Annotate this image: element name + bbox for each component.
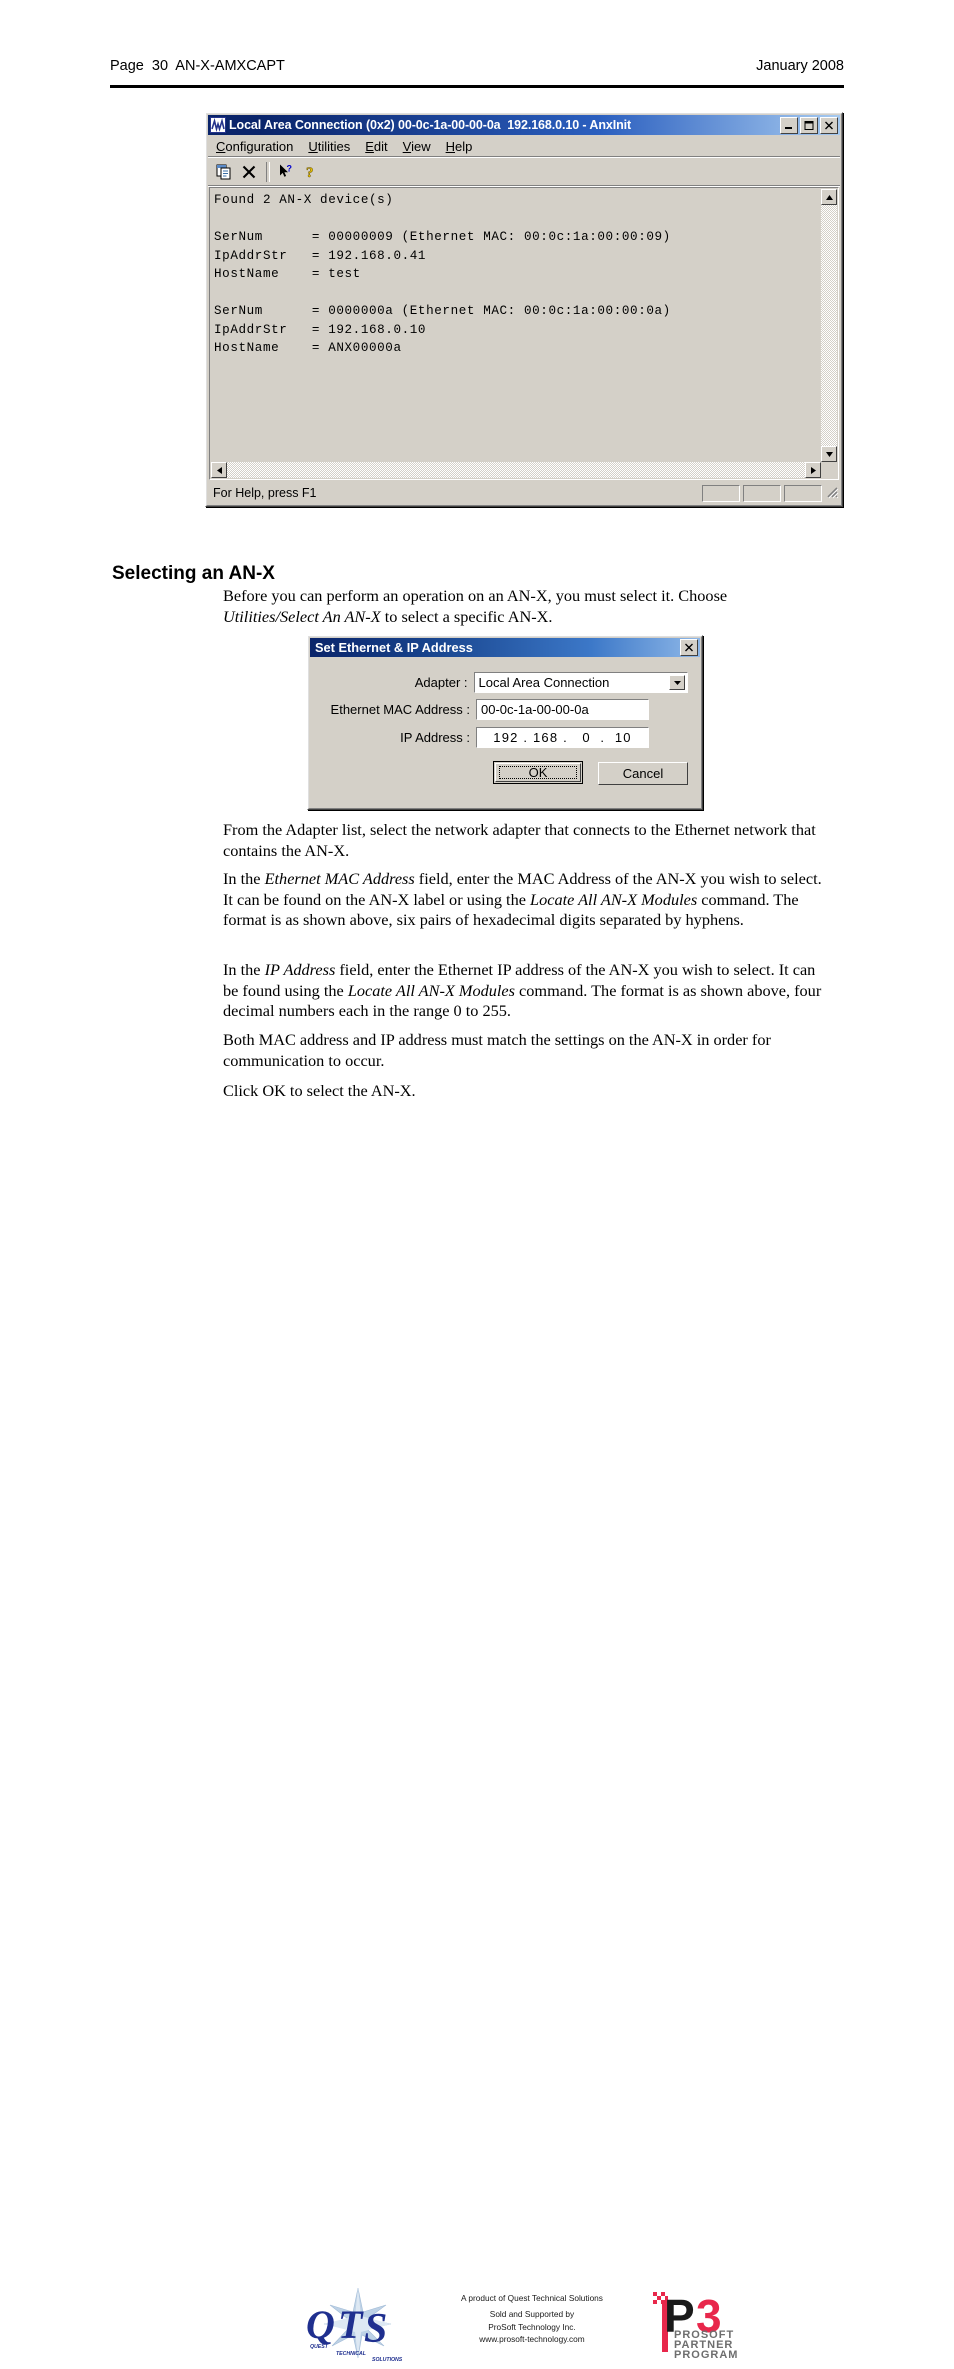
window-statusbar: For Help, press F1 bbox=[209, 483, 839, 503]
intro-italic-command: Utilities/Select An AN-X bbox=[223, 606, 381, 626]
window-title: Local Area Connection (0x2) 00-0c-1a-00-… bbox=[229, 118, 632, 132]
anxinit-app-icon bbox=[210, 117, 226, 133]
page-header-left: Page 30 AN-X-AMXCAPT bbox=[110, 58, 285, 74]
scroll-up-button[interactable] bbox=[821, 189, 837, 205]
footer-line-1: A product of Quest Technical Solutions bbox=[461, 2293, 603, 2303]
cancel-button-label: Cancel bbox=[622, 766, 664, 781]
scroll-left-button[interactable] bbox=[211, 462, 227, 478]
footer-center-text: A product of Quest Technical Solutions S… bbox=[436, 2292, 628, 2346]
window-toolbar: ? ? bbox=[209, 159, 839, 185]
dialog-close-button[interactable] bbox=[680, 639, 698, 656]
maximize-button[interactable] bbox=[800, 116, 818, 134]
click-ok-text: Click OK to select the AN-X. bbox=[223, 1081, 416, 1100]
scroll-down-button[interactable] bbox=[821, 446, 837, 462]
copy-button[interactable] bbox=[212, 161, 236, 184]
context-help-button[interactable]: ? bbox=[274, 161, 298, 184]
footer-line-4: www.prosoft-technology.com bbox=[479, 2334, 585, 2345]
console-output: Found 2 AN-X device(s) SerNum = 00000009… bbox=[214, 193, 671, 355]
paragraph-mac: In the Ethernet MAC Address field, enter… bbox=[223, 869, 823, 931]
mac-address-value: 00-0c-1a-00-00-0a bbox=[481, 702, 589, 717]
anxinit-window: Local Area Connection (0x2) 00-0c-1a-00-… bbox=[205, 112, 843, 507]
adapter-row: Adapter : Local Area Connection bbox=[322, 672, 688, 693]
status-pane-1 bbox=[702, 484, 740, 502]
help-button[interactable]: ? bbox=[299, 161, 323, 184]
adapter-label: Adapter : bbox=[414, 675, 468, 690]
paragraph-adapter: From the Adapter list, select the networ… bbox=[223, 820, 823, 861]
caption-buttons bbox=[780, 116, 838, 134]
section-heading: Selecting an AN-X bbox=[112, 562, 275, 584]
adapter-select[interactable]: Local Area Connection bbox=[473, 672, 688, 693]
page-header-right: January 2008 bbox=[756, 58, 844, 74]
ok-button-focus-ring: OK bbox=[499, 765, 577, 780]
window-titlebar[interactable]: Local Area Connection (0x2) 00-0c-1a-00-… bbox=[208, 115, 840, 135]
scrollbar-corner bbox=[821, 462, 837, 478]
menu-item-help[interactable]: Help bbox=[439, 138, 481, 155]
intro-text-a: Before you can perform an operation on a… bbox=[223, 586, 728, 605]
resize-grip[interactable] bbox=[825, 485, 839, 501]
mac-address-input[interactable]: 00-0c-1a-00-00-0a bbox=[476, 699, 649, 720]
menu-item-configuration[interactable]: Configuration bbox=[209, 138, 301, 155]
status-message: For Help, press F1 bbox=[213, 486, 317, 500]
chevron-down-icon[interactable] bbox=[669, 675, 685, 690]
dialog-titlebar[interactable]: Set Ethernet & IP Address bbox=[310, 638, 700, 657]
intro-text-b: to select a specific AN-X. bbox=[380, 606, 553, 626]
ip-text-a: In the bbox=[223, 960, 265, 979]
console-client-area: Found 2 AN-X device(s) SerNum = 00000009… bbox=[209, 187, 839, 480]
set-ethernet-ip-dialog: Set Ethernet & IP Address Adapter : Loca… bbox=[307, 635, 703, 810]
mac-italic-field: Ethernet MAC Address bbox=[264, 869, 415, 888]
page-footer: Q T S QUEST TECHNICAL SOLUTIONS A produc… bbox=[0, 1140, 954, 2363]
svg-text:SOLUTIONS: SOLUTIONS bbox=[372, 2357, 403, 2363]
svg-text:PROGRAM: PROGRAM bbox=[674, 2349, 738, 2360]
ip-italic-command: Locate All AN-X Modules bbox=[347, 980, 515, 1000]
adapter-selected-value: Local Area Connection bbox=[478, 675, 610, 690]
horizontal-scrollbar[interactable] bbox=[211, 462, 821, 478]
svg-text:?: ? bbox=[306, 165, 314, 181]
ok-button-label: OK bbox=[528, 765, 548, 780]
menu-item-edit[interactable]: Edit bbox=[358, 138, 395, 155]
close-button[interactable] bbox=[820, 116, 838, 134]
toolbar-separator bbox=[266, 162, 270, 182]
ip-address-value: 192 . 168 . 0 . 10 bbox=[493, 730, 632, 745]
cancel-button[interactable]: Cancel bbox=[598, 762, 688, 785]
page-header: Page 30 AN-X-AMXCAPT January 2008 bbox=[110, 58, 844, 88]
clear-button[interactable] bbox=[237, 161, 261, 184]
both-match-text: Both MAC address and IP address must mat… bbox=[223, 1030, 771, 1070]
ip-address-row: IP Address : 192 . 168 . 0 . 10 bbox=[322, 727, 688, 748]
window-menubar: Configuration Utilities Edit View Help bbox=[209, 137, 839, 156]
header-divider bbox=[110, 85, 844, 88]
menu-item-utilities[interactable]: Utilities bbox=[301, 138, 358, 155]
minimize-button[interactable] bbox=[780, 116, 798, 134]
qts-logo: Q T S QUEST TECHNICAL SOLUTIONS bbox=[296, 2286, 414, 2364]
ip-address-label: IP Address : bbox=[400, 730, 470, 745]
paragraph-both-must-match: Both MAC address and IP address must mat… bbox=[223, 1030, 823, 1071]
paragraph-ip: In the IP Address field, enter the Ether… bbox=[223, 960, 823, 1022]
vertical-scrollbar[interactable] bbox=[821, 189, 837, 462]
ok-button-bevel: OK bbox=[495, 763, 581, 782]
status-pane-3 bbox=[784, 484, 822, 502]
scroll-right-button[interactable] bbox=[805, 462, 821, 478]
menu-item-view[interactable]: View bbox=[396, 138, 439, 155]
p3-logo: P 3 PROSOFT PARTNER PROGRAM bbox=[648, 2288, 746, 2361]
svg-text:Q: Q bbox=[306, 2302, 335, 2347]
paragraph-adapter-text: From the Adapter list, select the networ… bbox=[223, 820, 816, 860]
svg-text:S: S bbox=[364, 2306, 387, 2352]
mac-text-a: In the bbox=[223, 869, 265, 888]
menubar-divider bbox=[208, 156, 840, 158]
svg-text:TECHNICAL: TECHNICAL bbox=[336, 2351, 366, 2357]
mac-address-row: Ethernet MAC Address : 00-0c-1a-00-00-0a bbox=[322, 699, 688, 720]
mac-italic-command: Locate All AN-X Modules bbox=[530, 889, 698, 909]
footer-line-3: ProSoft Technology Inc. bbox=[488, 2321, 576, 2332]
svg-text:T: T bbox=[338, 2302, 364, 2347]
ip-address-input[interactable]: 192 . 168 . 0 . 10 bbox=[476, 727, 649, 748]
paragraph-intro: Before you can perform an operation on a… bbox=[223, 586, 823, 627]
dialog-title: Set Ethernet & IP Address bbox=[315, 640, 473, 655]
ip-italic-field: IP Address bbox=[264, 960, 336, 979]
mac-address-label: Ethernet MAC Address : bbox=[330, 702, 470, 717]
footer-line-2: Sold and Supported by bbox=[489, 2309, 575, 2320]
svg-text:?: ? bbox=[287, 163, 293, 173]
status-pane-2 bbox=[743, 484, 781, 502]
paragraph-click-ok: Click OK to select the AN-X. bbox=[223, 1081, 823, 1102]
svg-text:QUEST: QUEST bbox=[310, 2344, 329, 2350]
ok-button[interactable]: OK bbox=[493, 761, 583, 784]
